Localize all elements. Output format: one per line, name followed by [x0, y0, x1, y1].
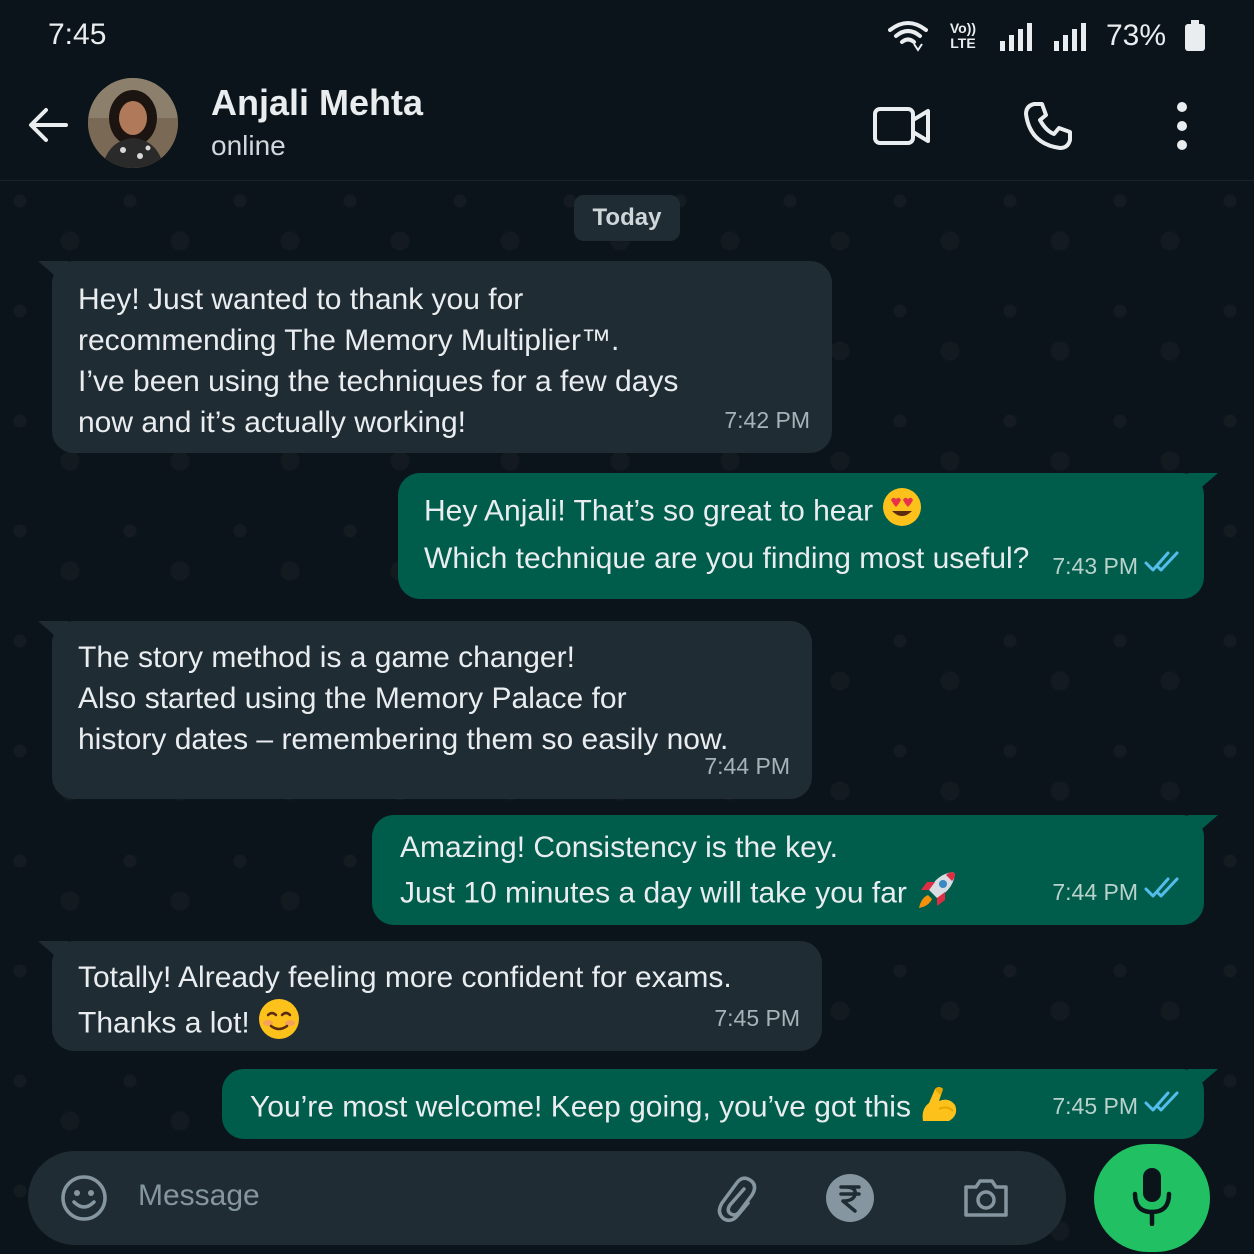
bubble-tail: [1188, 815, 1218, 841]
message-text-line: You’re most welcome! Keep going, you’ve …: [250, 1083, 1176, 1134]
message-meta: 7:45 PM: [714, 998, 800, 1039]
avatar[interactable]: [88, 78, 178, 168]
wifi-icon: [887, 20, 928, 52]
message-text-line: Hey Anjali! That’s so great to hear: [424, 487, 1178, 538]
message-text: The story method is a game changer! Also…: [78, 641, 729, 756]
chat-area[interactable]: Today Hey! Just wanted to thank you for …: [0, 181, 1254, 1254]
battery-percent: 73%: [1105, 19, 1166, 52]
bubble-tail: [1188, 473, 1218, 499]
message-composer[interactable]: Message: [28, 1151, 1066, 1245]
status-time: 7:45: [48, 18, 107, 51]
message-bubble-incoming[interactable]: Totally! Already feeling more confident …: [38, 941, 822, 1051]
bubble-tail: [38, 261, 68, 287]
message-time: 7:43 PM: [1052, 553, 1138, 579]
message-input[interactable]: Message: [138, 1179, 260, 1213]
signal-icon-2: [1052, 21, 1088, 51]
message-bubble-incoming[interactable]: The story method is a game changer! Also…: [38, 621, 812, 799]
message-meta: 7:44 PM: [704, 746, 790, 787]
message-text: Amazing! Consistency is the key.: [400, 831, 838, 864]
message-text: Totally! Already feeling more confident …: [78, 961, 732, 994]
emoji-icon[interactable]: [60, 1174, 108, 1227]
date-chip: Today: [574, 195, 680, 241]
rocket-emoji: [915, 868, 959, 921]
read-ticks-icon: [1144, 872, 1182, 913]
message-bubble-outgoing[interactable]: You’re most welcome! Keep going, you’ve …: [222, 1069, 1218, 1139]
rupee-payment-icon[interactable]: [825, 1173, 875, 1228]
back-arrow-icon[interactable]: [24, 100, 74, 150]
flexed-biceps-emoji: [919, 1083, 961, 1134]
contact-status: online: [211, 130, 286, 161]
volte-badge: Vo)) LTE: [946, 21, 980, 51]
message-text-2: Thanks a lot!: [78, 1006, 250, 1040]
read-ticks-icon: [1144, 1086, 1182, 1127]
camera-icon[interactable]: [962, 1175, 1010, 1224]
message-time: 7:44 PM: [704, 753, 790, 779]
message-meta: 7:42 PM: [724, 400, 810, 441]
contact-name[interactable]: Anjali Mehta: [211, 82, 423, 124]
status-bar: 7:45 Vo)) LTE 73%: [0, 0, 1254, 72]
signal-icon-1: [998, 21, 1034, 51]
message-time: 7:45 PM: [714, 1005, 800, 1031]
battery-icon: [1184, 20, 1206, 52]
network-label: Vo)) LTE: [949, 20, 977, 51]
message-text: Hey Anjali! That’s so great to hear: [424, 494, 874, 528]
message-bubble-outgoing[interactable]: Hey Anjali! That’s so great to hear Whic…: [398, 473, 1218, 599]
message-meta: 7:44 PM: [1052, 872, 1182, 913]
bubble-tail: [38, 621, 68, 647]
message-text: You’re most welcome! Keep going, you’ve …: [250, 1090, 911, 1124]
video-call-icon[interactable]: [872, 96, 932, 156]
message-bubble-incoming[interactable]: Hey! Just wanted to thank you for recomm…: [38, 261, 832, 453]
status-icons: Vo)) LTE 73%: [887, 16, 1206, 56]
message-text-2: Just 10 minutes a day will take you far: [400, 876, 907, 910]
message-text: Hey! Just wanted to thank you for recomm…: [78, 283, 679, 439]
microphone-button[interactable]: [1094, 1144, 1210, 1252]
bubble-tail: [1188, 1069, 1218, 1095]
message-time: 7:44 PM: [1052, 879, 1138, 905]
message-time: 7:42 PM: [724, 407, 810, 433]
attach-icon[interactable]: [714, 1175, 758, 1228]
heart-eyes-emoji: [882, 487, 922, 538]
message-meta: 7:45 PM: [1052, 1086, 1182, 1127]
smiling-blush-emoji: [258, 998, 300, 1051]
chat-header: Anjali Mehta online: [0, 72, 1254, 181]
read-ticks-icon: [1144, 546, 1182, 587]
message-bubble-outgoing[interactable]: Amazing! Consistency is the key. Just 10…: [372, 815, 1218, 925]
message-time: 7:45 PM: [1052, 1093, 1138, 1119]
message-meta: 7:43 PM: [1052, 546, 1182, 587]
message-text-line: Thanks a lot!: [78, 998, 796, 1051]
phone-icon[interactable]: [1018, 96, 1078, 156]
bubble-tail: [38, 941, 68, 967]
microphone-icon: [1130, 1166, 1174, 1231]
more-options-icon[interactable]: [1152, 96, 1212, 156]
